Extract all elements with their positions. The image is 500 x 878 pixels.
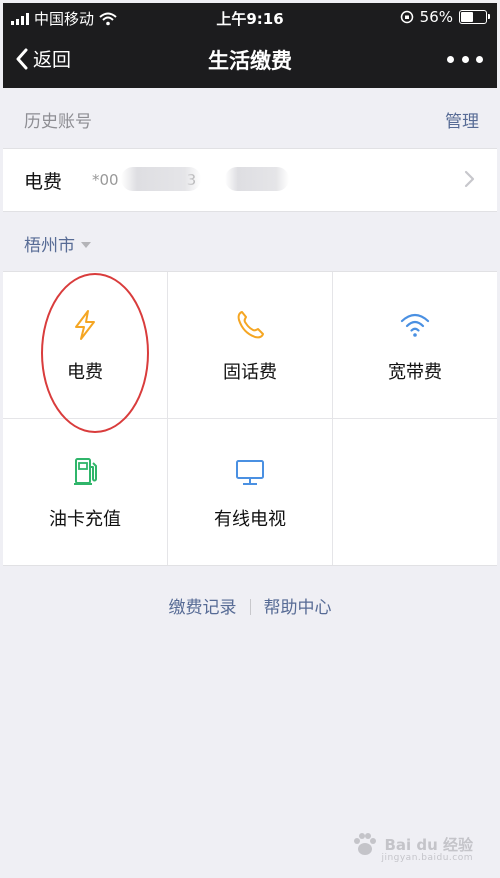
- service-label: 有线电视: [214, 509, 286, 530]
- redaction-blur: [121, 167, 201, 191]
- service-cable-tv[interactable]: 有线电视: [168, 419, 332, 565]
- account-type: 电费: [24, 171, 63, 193]
- watermark: Bai du 经验 jingyan.baidu.com: [350, 831, 473, 863]
- footer-links: 缴费记录 帮助中心: [3, 593, 497, 618]
- service-label: 电费: [67, 362, 103, 383]
- rotation-lock-icon: [400, 10, 413, 24]
- lightning-icon: [75, 310, 95, 340]
- battery-icon: [459, 10, 490, 24]
- status-bar: 中国移动 上午9:16 56%: [3, 3, 497, 31]
- more-menu-button[interactable]: [447, 45, 483, 73]
- history-label: 历史账号: [24, 112, 92, 132]
- fuel-pump-icon: [74, 458, 97, 485]
- battery-percent: 56%: [419, 8, 453, 26]
- service-grid: 电费 固话费 宽带费 油卡充值 有线电视: [3, 271, 497, 566]
- wifi-icon: [400, 313, 430, 337]
- service-landline[interactable]: 固话费: [168, 272, 332, 418]
- dot-icon: [476, 55, 483, 63]
- dot-icon: [447, 55, 454, 63]
- app-screen: 中国移动 上午9:16 56% 返回 生活缴费 历史账号 管理 电费 *00 梧…: [3, 3, 497, 875]
- payment-records-link[interactable]: 缴费记录: [169, 598, 237, 618]
- chevron-right-icon: [464, 170, 475, 188]
- city-name: 梧州市: [24, 236, 75, 256]
- status-right: 56%: [400, 8, 490, 26]
- service-label: 油卡充值: [49, 509, 121, 530]
- dot-icon: [461, 55, 469, 63]
- page-title: 生活缴费: [208, 49, 292, 73]
- tv-icon: [236, 460, 264, 485]
- service-broadband[interactable]: 宽带费: [333, 272, 497, 418]
- city-selector[interactable]: 梧州市: [24, 231, 91, 256]
- manage-link[interactable]: 管理: [445, 107, 479, 132]
- empty-cell: [333, 419, 497, 565]
- service-fuel-card[interactable]: 油卡充值: [3, 419, 167, 565]
- nav-bar: 返回 生活缴费: [3, 31, 497, 88]
- phone-icon: [237, 311, 264, 339]
- watermark-url: jingyan.baidu.com: [381, 853, 473, 863]
- redaction-blur: [225, 167, 289, 191]
- dropdown-triangle-icon: [81, 241, 91, 248]
- paw-logo-icon: [354, 833, 377, 855]
- service-electricity[interactable]: 电费: [3, 272, 167, 418]
- service-label: 宽带费: [388, 362, 442, 383]
- help-center-link[interactable]: 帮助中心: [264, 598, 332, 618]
- history-account-row[interactable]: 电费 *003: [3, 148, 497, 212]
- top-bar: 中国移动 上午9:16 56% 返回 生活缴费: [3, 3, 497, 88]
- history-header: 历史账号 管理: [3, 88, 497, 148]
- watermark-brand: Bai du 经验: [384, 835, 473, 854]
- service-label: 固话费: [223, 362, 277, 383]
- link-separator: [249, 599, 251, 615]
